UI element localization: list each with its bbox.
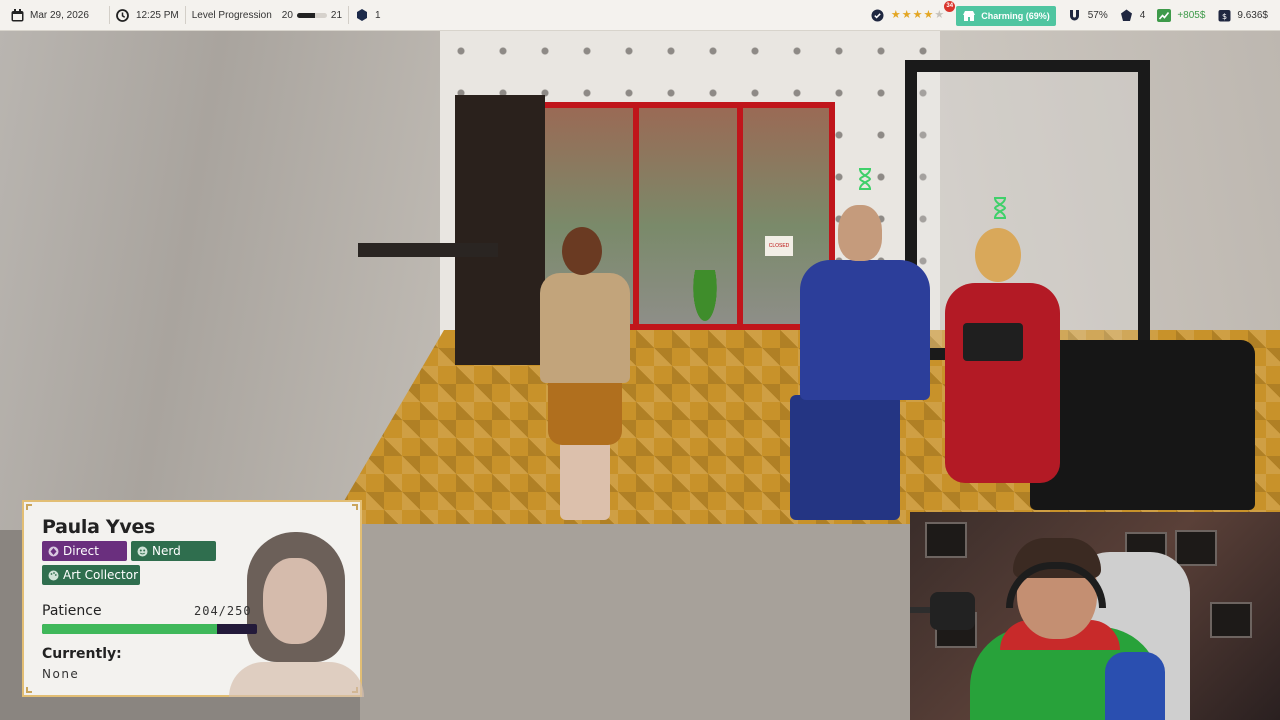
profit-value: +805$ [1177,10,1206,21]
level-progress-fill [296,12,315,18]
wall-shelf[interactable] [358,243,498,257]
currently-label: Currently: [42,646,122,662]
svg-text:$: $ [1222,12,1227,21]
magnet-stat[interactable]: 57% [1062,0,1114,31]
balance-stat[interactable]: $ 9.636$ [1211,0,1280,31]
trait-art-collector[interactable]: Art Collector [42,565,140,585]
level-next: 21 [330,9,343,21]
counter-floor [360,524,920,720]
customer-info-panel: Paula Yves Direct Nerd Art Collector Pat… [22,500,364,697]
hourglass-icon [858,168,872,190]
customer-man-character[interactable] [760,205,935,520]
level-progress-bar [296,12,327,18]
top-hud: Mar 29, 2026 12:25 PM Level Progression … [0,0,1280,31]
profit-stat[interactable]: +805$ [1151,0,1211,31]
shop-rating[interactable]: ★ ★ ★ ★ ★ 34 [865,0,956,31]
trait-label: Direct [63,544,99,558]
star-icon: ★ [923,9,934,21]
currently-value: None [42,667,80,681]
money-bag-icon: $ [1217,9,1231,23]
cards-count: 1 [375,9,381,21]
star-icon: ★ [890,9,901,21]
level-label: Level Progression [191,9,272,21]
palette-icon [48,570,59,581]
level-progression[interactable]: Level Progression 20 21 [186,0,348,30]
date-display: Mar 29, 2026 [0,0,95,30]
trait-nerd[interactable]: Nerd [131,541,216,561]
badge-icon [355,8,369,22]
patience-bar [42,624,257,634]
clock-icon [116,8,130,22]
balance-value: 9.636$ [1237,10,1268,21]
charm-chip[interactable]: Charming (69%) [956,5,1056,26]
trait-label: Art Collector [63,568,139,582]
diamond-icon [48,546,59,557]
hourglass-icon [993,197,1007,219]
time-text: 12:25 PM [135,9,179,21]
trait-direct[interactable]: Direct [42,541,127,561]
customer-woman-character[interactable] [925,228,1070,518]
star-icon: ★ [901,9,912,21]
chart-up-icon [1157,9,1172,23]
smiley-icon [137,546,148,557]
cards-counter[interactable]: 1 [349,0,387,30]
tokens-stat[interactable]: 4 [1114,0,1152,31]
patience-bar-fill [42,624,218,634]
charm-text: Charming (69%) [981,10,1050,21]
verified-icon [871,9,885,23]
patience-label: Patience [42,603,102,619]
magnet-value: 57% [1087,10,1108,21]
customer-paula-character[interactable] [520,225,650,525]
magnet-icon [1068,9,1082,23]
time-display: 12:25 PM [110,0,185,30]
charm-status[interactable]: Charming (69%) [950,0,1062,31]
rating-stars: ★ ★ ★ ★ ★ [891,10,944,21]
streamer-webcam-overlay [910,512,1280,720]
star-icon: ★ [934,9,945,21]
customer-name: Paula Yves [42,516,156,538]
hud-stats: ★ ★ ★ ★ ★ 34 Charming (69%) 57% 4 +805$ … [865,0,1280,31]
potted-plant [690,270,720,330]
shop-icon [962,9,976,23]
date-text: Mar 29, 2026 [30,9,89,21]
trait-label: Nerd [152,544,181,558]
tokens-value: 4 [1139,10,1146,21]
token-icon [1120,9,1134,23]
star-icon: ★ [912,9,923,21]
level-current: 20 [281,9,293,21]
calendar-icon [10,8,24,22]
patience-value: 204/250 [194,604,252,618]
